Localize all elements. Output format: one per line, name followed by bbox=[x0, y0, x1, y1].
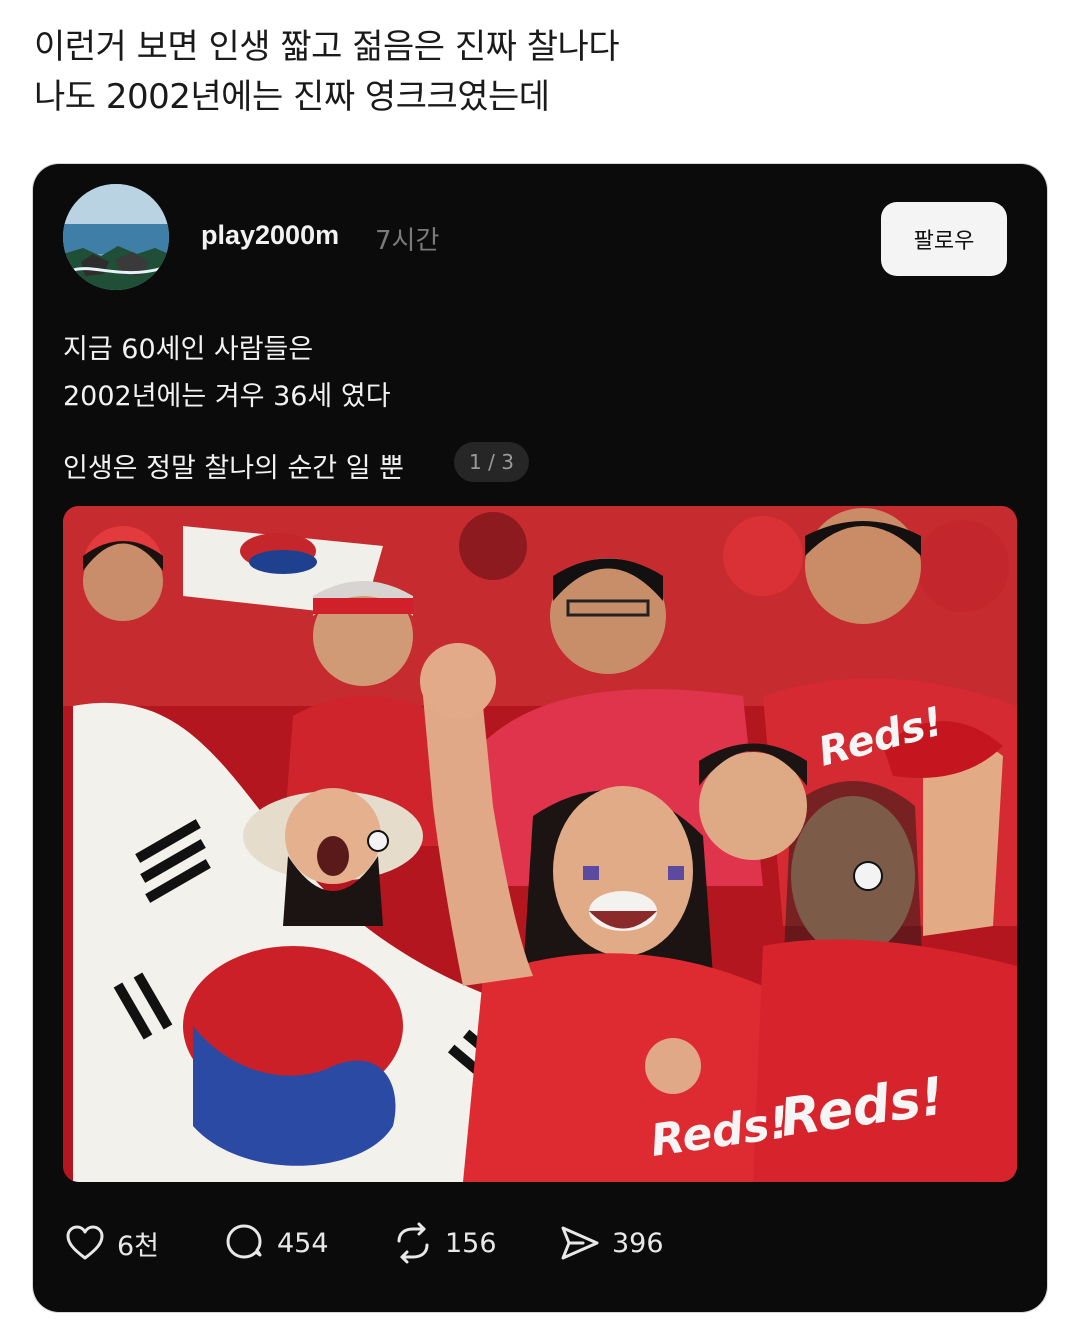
reply-button[interactable]: 454 bbox=[223, 1218, 329, 1268]
repost-button[interactable]: 156 bbox=[391, 1218, 497, 1268]
caption-text: 이런거 보면 인생 짧고 젊음은 진짜 찰나다 나도 2002년에는 진짜 영크… bbox=[34, 22, 1044, 122]
post-time: 7시간 bbox=[375, 226, 440, 256]
caption-line-1: 이런거 보면 인생 짧고 젊음은 진짜 찰나다 bbox=[34, 27, 620, 67]
comment-bubble-icon bbox=[223, 1221, 267, 1265]
post-text-line-2: 2002년에는 겨우 36세 였다 bbox=[63, 381, 391, 412]
threads-post-card: play2000m 7시간 팔로우 지금 60세인 사람들은 2002년에는 겨… bbox=[33, 164, 1047, 1312]
avatar[interactable] bbox=[63, 184, 169, 290]
repost-arrows-icon bbox=[391, 1221, 435, 1265]
post-photo[interactable]: Reds! Reds! Reds! bbox=[63, 506, 1017, 1182]
repost-count: 156 bbox=[445, 1227, 497, 1259]
reply-count: 454 bbox=[277, 1227, 329, 1259]
like-button[interactable]: 6천 bbox=[63, 1218, 159, 1268]
send-arrow-icon bbox=[558, 1221, 602, 1265]
follow-button[interactable]: 팔로우 bbox=[881, 202, 1007, 276]
caption-line-2: 나도 2002년에는 진짜 영크크였는데 bbox=[34, 77, 550, 117]
share-count: 396 bbox=[612, 1227, 664, 1259]
username[interactable]: play2000m bbox=[201, 220, 339, 251]
share-button[interactable]: 396 bbox=[558, 1218, 664, 1268]
fans-photo: Reds! Reds! Reds! bbox=[63, 506, 1017, 1182]
post-text-line-1: 지금 60세인 사람들은 bbox=[63, 334, 314, 365]
heart-icon bbox=[63, 1221, 107, 1265]
post-text-line-3: 인생은 정말 찰나의 순간 일 뿐 bbox=[63, 453, 404, 484]
carousel-page-indicator: 1 / 3 bbox=[454, 442, 529, 482]
like-count: 6천 bbox=[117, 1230, 160, 1262]
